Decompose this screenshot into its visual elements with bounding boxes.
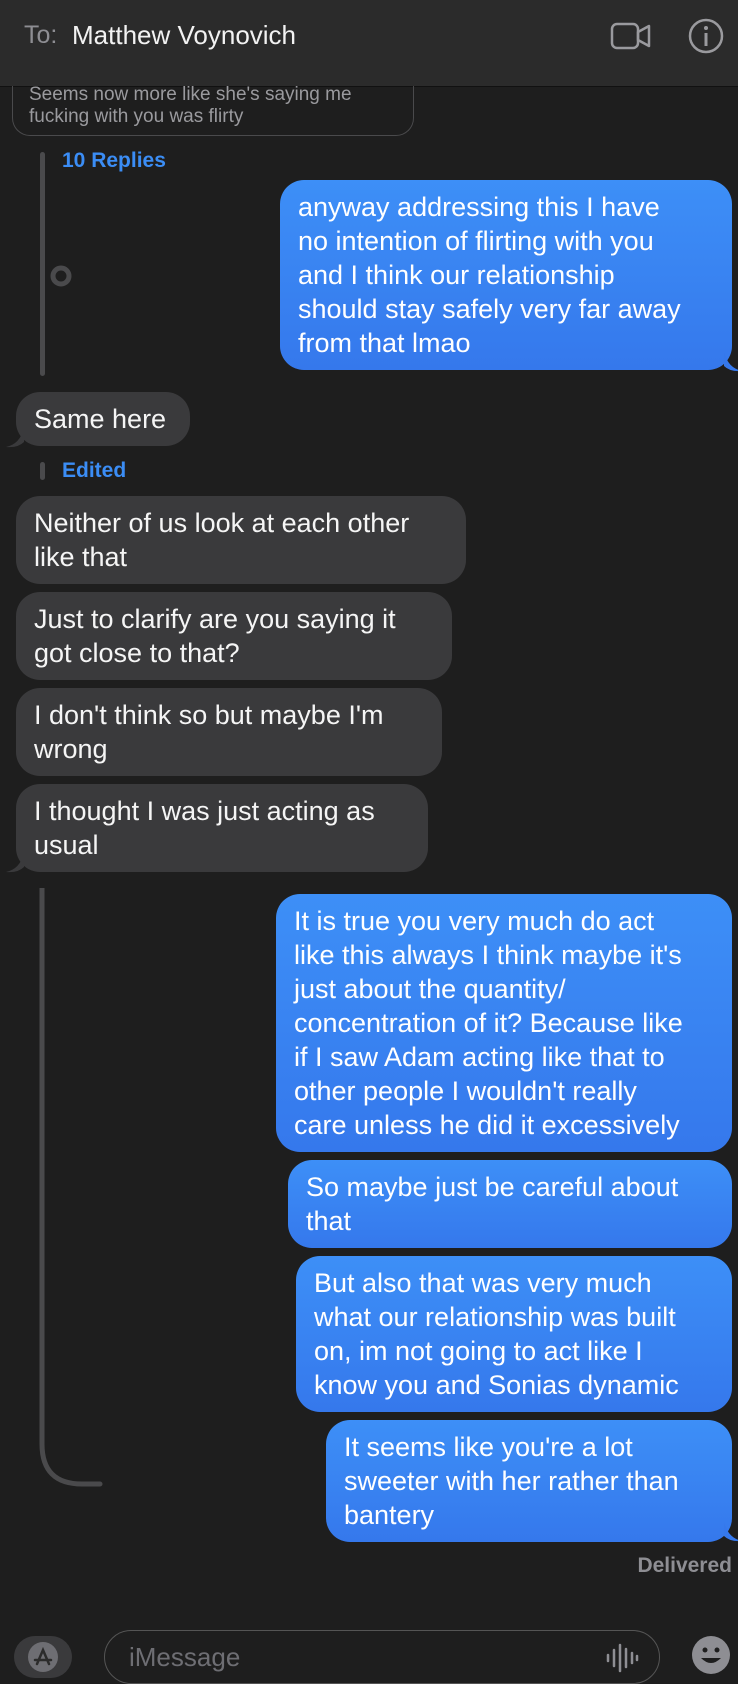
quoted-message[interactable]: Seems now more like she's saying me fuck… <box>12 86 414 136</box>
delivery-status: Delivered <box>637 1554 732 1577</box>
thread-connector-node <box>50 265 72 287</box>
message-placeholder: iMessage <box>129 1642 241 1672</box>
message-bubble-incoming[interactable]: I thought I was just acting as usual <box>16 784 428 872</box>
bubble-tail <box>6 428 24 448</box>
message-bubble-incoming[interactable]: Neither of us look at each other like th… <box>16 496 466 584</box>
app-store-icon <box>28 1642 58 1672</box>
emoji-icon[interactable] <box>690 1634 732 1676</box>
to-label: To: <box>24 21 58 49</box>
recipient-name[interactable]: Matthew Voynovich <box>72 20 296 51</box>
message-bubble-outgoing[interactable]: But also that was very much what our rel… <box>296 1256 732 1412</box>
replies-link[interactable]: 10 Replies <box>62 149 166 173</box>
message-bubble-incoming[interactable]: Same here <box>16 392 190 446</box>
message-input[interactable]: iMessage <box>104 1630 660 1684</box>
message-bubble-incoming[interactable]: Just to clarify are you saying it got cl… <box>16 592 452 680</box>
bubble-tail <box>6 853 24 873</box>
edited-marker <box>40 462 45 480</box>
edited-link[interactable]: Edited <box>62 459 126 483</box>
message-bubble-outgoing[interactable]: It is true you very much do act like thi… <box>276 894 732 1152</box>
message-bubble-outgoing[interactable]: anyway addressing this I have no intenti… <box>280 180 732 370</box>
conversation-header: To: Matthew Voynovich <box>0 0 738 87</box>
message-bubble-outgoing[interactable]: It seems like you're a lot sweeter with … <box>326 1420 732 1542</box>
app-store-button[interactable] <box>14 1636 72 1678</box>
thread-connector-bottom <box>39 888 103 1487</box>
video-camera-icon[interactable] <box>608 16 654 56</box>
info-icon[interactable] <box>686 16 726 56</box>
bubble-tail <box>724 352 738 372</box>
bubble-tail <box>724 1522 738 1542</box>
message-bubble-outgoing[interactable]: So maybe just be careful about that <box>288 1160 732 1248</box>
audio-waveform-icon[interactable] <box>605 1643 639 1673</box>
message-bubble-incoming[interactable]: I don't think so but maybe I'm wrong <box>16 688 442 776</box>
